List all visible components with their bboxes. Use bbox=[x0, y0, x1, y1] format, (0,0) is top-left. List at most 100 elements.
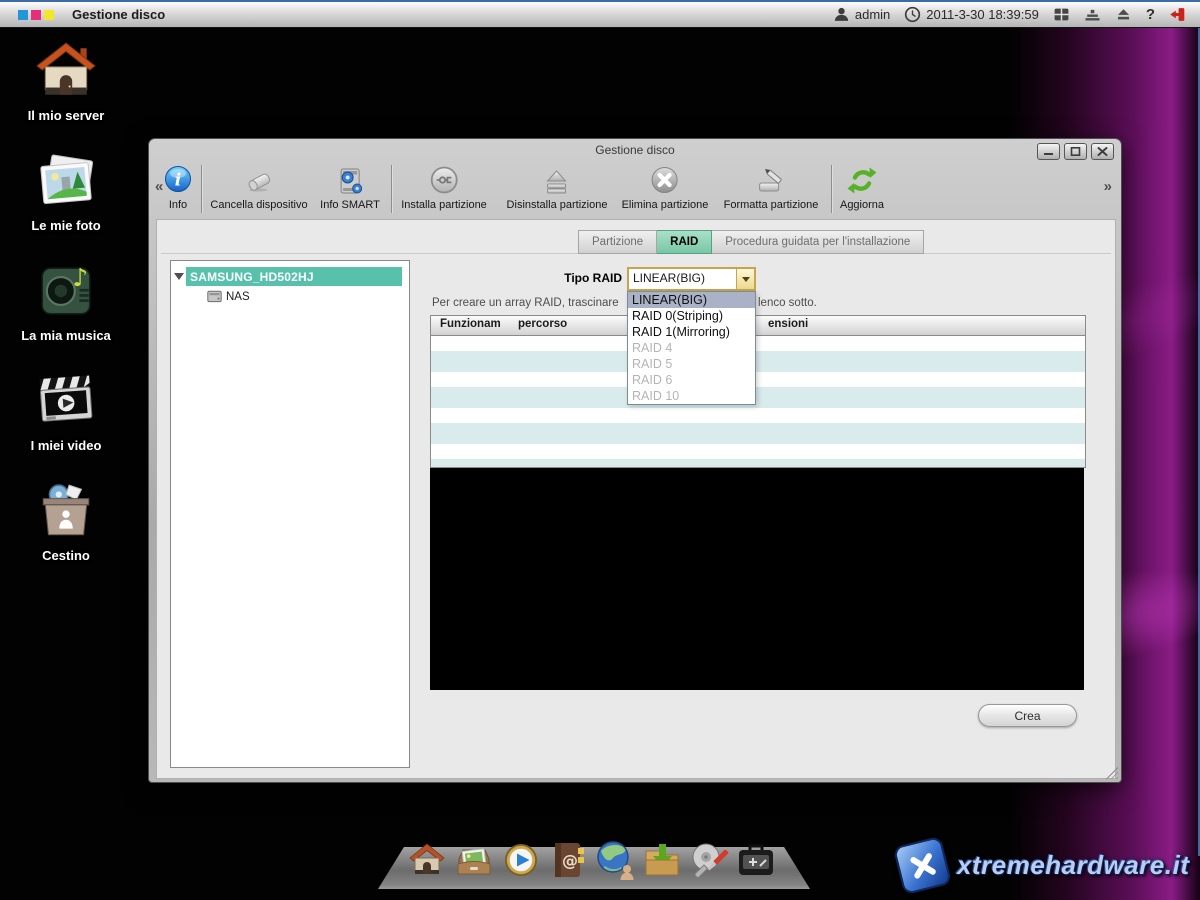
window-resize-grip[interactable] bbox=[1106, 767, 1118, 779]
desktop-icon-my-photos[interactable]: Le mie foto bbox=[5, 150, 127, 233]
dropdown-option-raid1[interactable]: RAID 1(Mirroring) bbox=[628, 324, 755, 340]
minimize-button[interactable] bbox=[1037, 143, 1060, 160]
toolbar-button-label: Disinstalla partizione bbox=[507, 199, 608, 211]
raid-type-label: Tipo RAID bbox=[475, 271, 622, 285]
tab-raid[interactable]: RAID bbox=[657, 230, 712, 254]
toolbar-button-label: Elimina partizione bbox=[622, 199, 709, 211]
dropdown-option-raid6: RAID 6 bbox=[628, 372, 755, 388]
eraser-icon bbox=[242, 164, 276, 198]
datetime-text: 2011-3-30 18:39:59 bbox=[926, 7, 1039, 22]
desktop-icon-my-server[interactable]: Il mio server bbox=[5, 40, 127, 123]
maximize-icon bbox=[1070, 147, 1081, 156]
device-tree-panel: SAMSUNG_HD502HJ NAS bbox=[170, 260, 410, 768]
delete-partition-button[interactable]: Elimina partizione bbox=[622, 164, 709, 211]
logout-icon[interactable] bbox=[1169, 6, 1186, 23]
video-icon bbox=[35, 370, 97, 432]
dropdown-option-raid0[interactable]: RAID 0(Striping) bbox=[628, 308, 755, 324]
info-button[interactable]: i Info bbox=[161, 164, 195, 211]
toolbar-button-label: Aggiorna bbox=[840, 199, 884, 211]
smart-disk-icon bbox=[333, 164, 367, 198]
photos-icon bbox=[35, 150, 97, 212]
select-dropdown-button[interactable] bbox=[736, 269, 754, 289]
desktop: Gestione disco admin 2011-3-30 18:39:59 … bbox=[0, 0, 1200, 900]
eject-icon[interactable] bbox=[1115, 6, 1132, 23]
watermark: xtremehardware.it bbox=[898, 836, 1194, 894]
tree-partition-row[interactable]: NAS bbox=[207, 290, 409, 303]
raid-type-select[interactable]: LINEAR(BIG) bbox=[627, 267, 756, 291]
plug-icon bbox=[427, 164, 461, 198]
window-content: Partizione RAID Procedura guidata per l'… bbox=[156, 219, 1116, 779]
minimize-icon bbox=[1043, 147, 1054, 156]
dropdown-option-linear-big[interactable]: LINEAR(BIG) bbox=[628, 292, 755, 308]
tree-device-row[interactable]: SAMSUNG_HD502HJ bbox=[174, 267, 402, 286]
column-header-dimensioni: ensioni bbox=[768, 318, 808, 330]
dock-disk-tools-icon[interactable] bbox=[688, 838, 730, 882]
dock-media-player-icon[interactable] bbox=[500, 838, 542, 882]
dock-photo-box-icon[interactable] bbox=[453, 838, 495, 882]
format-partition-button[interactable]: Formatta partizione bbox=[724, 164, 819, 211]
window-toolbar: « » i Info Cancella di bbox=[149, 161, 1121, 219]
svg-text:@: @ bbox=[562, 851, 578, 870]
refresh-button[interactable]: Aggiorna bbox=[840, 164, 884, 211]
desktop-icon-label: Le mie foto bbox=[5, 218, 127, 233]
column-header-funzionam: Funzionam bbox=[440, 318, 501, 330]
apps-podium-icon[interactable] bbox=[1084, 6, 1101, 23]
toolbar-button-label: Formatta partizione bbox=[724, 199, 819, 211]
tab-bar: Partizione RAID Procedura guidata per l'… bbox=[578, 230, 924, 254]
raid-partition-table: Funzionam percorso ensioni bbox=[430, 315, 1086, 468]
dock-address-book-icon[interactable]: @ bbox=[547, 838, 589, 882]
uninstall-partition-button[interactable]: Disinstalla partizione bbox=[507, 164, 608, 211]
desktop-icon-label: I miei video bbox=[5, 438, 127, 453]
raid-instruction-left: Per creare un array RAID, trascinare bbox=[432, 297, 619, 309]
smart-info-button[interactable]: Info SMART bbox=[320, 164, 380, 211]
install-partition-button[interactable]: Installa partizione bbox=[401, 164, 487, 211]
toolbar-button-label: Cancella dispositivo bbox=[210, 199, 307, 211]
dropdown-option-raid5: RAID 5 bbox=[628, 356, 755, 372]
tree-expander-icon[interactable] bbox=[174, 273, 184, 280]
close-button[interactable] bbox=[1091, 143, 1114, 160]
watermark-text: xtremehardware.it bbox=[957, 850, 1189, 881]
create-button[interactable]: Crea bbox=[978, 704, 1077, 727]
desktop-icon-my-videos[interactable]: I miei video bbox=[5, 370, 127, 453]
tab-partizione[interactable]: Partizione bbox=[578, 230, 657, 254]
dropdown-option-raid10: RAID 10 bbox=[628, 388, 755, 404]
desktop-icon-label: La mia musica bbox=[5, 328, 127, 343]
raid-instruction-right: lenco sotto. bbox=[758, 297, 817, 309]
dock-download-folder-icon[interactable] bbox=[641, 838, 683, 882]
maximize-button[interactable] bbox=[1064, 143, 1087, 160]
raid-type-dropdown: LINEAR(BIG) RAID 0(Striping) RAID 1(Mirr… bbox=[627, 291, 756, 405]
toolbar-button-label: Info bbox=[161, 199, 195, 211]
taskbar: Gestione disco admin 2011-3-30 18:39:59 … bbox=[0, 0, 1200, 28]
tab-setup-wizard[interactable]: Procedura guidata per l'installazione bbox=[712, 230, 924, 254]
desktop-icon-label: Il mio server bbox=[5, 108, 127, 123]
chevron-down-icon bbox=[742, 277, 750, 282]
help-icon[interactable]: ? bbox=[1146, 6, 1155, 23]
disk-management-window: Gestione disco « » i Info bbox=[148, 138, 1122, 783]
toolbar-button-label: Info SMART bbox=[320, 199, 380, 211]
clock-indicator: 2011-3-30 18:39:59 bbox=[904, 6, 1039, 23]
music-icon: ♪ bbox=[35, 260, 97, 322]
dock-toolbox-icon[interactable] bbox=[735, 838, 777, 882]
clock-icon bbox=[904, 6, 921, 23]
taskbar-title: Gestione disco bbox=[72, 7, 165, 22]
desktop-icon-trash[interactable]: Cestino bbox=[5, 480, 127, 563]
disk-icon bbox=[207, 290, 222, 303]
user-name: admin bbox=[855, 7, 890, 22]
toolbar-overflow-right-icon[interactable]: » bbox=[1104, 178, 1112, 195]
svg-text:♪: ♪ bbox=[72, 263, 88, 292]
windows-grid-icon[interactable] bbox=[1053, 6, 1070, 23]
close-icon bbox=[1097, 147, 1108, 156]
desktop-icon-my-music[interactable]: ♪ La mia musica bbox=[5, 260, 127, 343]
dock-network-globe-icon[interactable] bbox=[594, 838, 636, 882]
svg-text:i: i bbox=[175, 171, 181, 191]
dock-home-icon[interactable] bbox=[406, 838, 448, 882]
delete-circle-icon bbox=[648, 164, 682, 198]
xtremehardware-logo-icon bbox=[893, 835, 952, 894]
eject-disk-icon bbox=[540, 164, 574, 198]
erase-device-button[interactable]: Cancella dispositivo bbox=[210, 164, 307, 211]
dock: @ bbox=[406, 838, 777, 882]
raid-drop-area bbox=[430, 468, 1084, 690]
user-indicator[interactable]: admin bbox=[833, 6, 890, 23]
toolbar-button-label: Installa partizione bbox=[401, 199, 487, 211]
tree-device-name[interactable]: SAMSUNG_HD502HJ bbox=[186, 267, 402, 286]
